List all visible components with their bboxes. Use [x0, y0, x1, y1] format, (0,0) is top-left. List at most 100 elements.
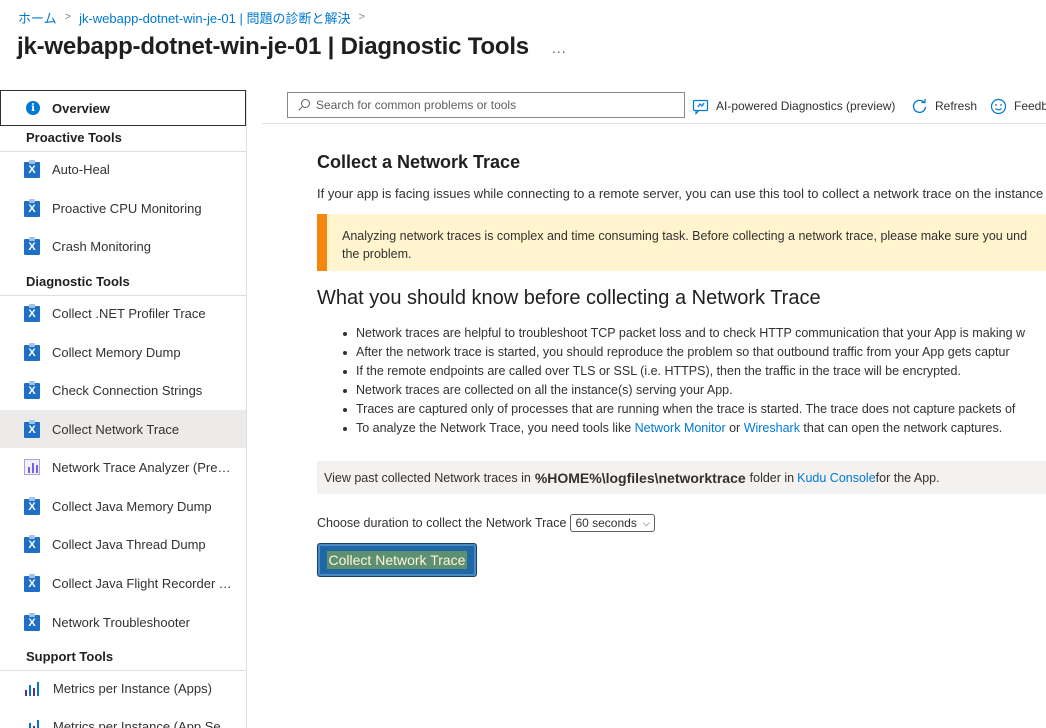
sidebar-item-label: Collect Java Memory Dump — [52, 498, 212, 514]
info-list: Network traces are helpful to troublesho… — [342, 324, 1046, 438]
analyze-suffix: that can open the network captures. — [799, 421, 1003, 435]
refresh-button[interactable]: Refresh — [911, 95, 977, 117]
sidebar-item-net-profiler-trace[interactable]: X Collect .NET Profiler Trace — [0, 294, 246, 332]
more-options-icon[interactable]: ... — [552, 40, 567, 56]
kudu-console-link[interactable]: Kudu Console — [797, 471, 876, 485]
feedback-label: Feedback — [1014, 99, 1046, 113]
smiley-icon — [990, 98, 1007, 115]
kudu-info-box: View past collected Network traces in %H… — [317, 461, 1046, 494]
sidebar-item-auto-heal[interactable]: X Auto-Heal — [0, 150, 246, 188]
tools-icon: X — [24, 535, 40, 553]
sidebar-item-label: Network Trace Analyzer (Preview) — [52, 459, 234, 475]
sidebar-item-label: Check Connection Strings — [52, 382, 203, 398]
tools-icon: X — [24, 304, 40, 322]
sidebar-item-java-memory-dump[interactable]: X Collect Java Memory Dump — [0, 487, 246, 525]
sidebar-item-label: Network Troubleshooter — [52, 614, 191, 630]
tools-icon: X — [24, 574, 40, 592]
tools-icon: X — [24, 199, 40, 217]
sidebar-item-overview[interactable]: i Overview — [0, 90, 246, 126]
toolbar: Search for common problems or tools AI-p… — [262, 90, 1046, 124]
sidebar-item-label: Collect Java Thread Dump — [52, 536, 206, 552]
warning-text-line1: Analyzing network traces is complex and … — [342, 229, 1028, 243]
sidebar: i Overview Proactive Tools X Auto-Heal X… — [0, 90, 247, 728]
page-title: jk-webapp-dotnet-win-je-01 | Diagnostic … — [17, 33, 529, 60]
sidebar-item-connection-strings[interactable]: X Check Connection Strings — [0, 371, 246, 409]
sidebar-item-label: Auto-Heal — [52, 161, 110, 177]
sidebar-item-proactive-cpu-monitoring[interactable]: X Proactive CPU Monitoring — [0, 189, 246, 227]
analyze-prefix: To analyze the Network Trace, you need t… — [356, 421, 635, 435]
refresh-label: Refresh — [935, 99, 978, 113]
sidebar-item-metrics-apps[interactable]: Metrics per Instance (Apps) — [0, 669, 246, 707]
sidebar-item-network-trace[interactable]: X Collect Network Trace — [0, 410, 246, 448]
kudu-prefix: View past collected Network traces in — [324, 470, 531, 485]
metrics-chart-icon — [24, 680, 41, 696]
list-item: Network traces are helpful to troublesho… — [342, 324, 1046, 343]
ai-diagnostics-label: AI-powered Diagnostics (preview) — [716, 99, 896, 113]
sidebar-item-label: Collect Memory Dump — [52, 344, 181, 360]
tools-icon: X — [24, 497, 40, 515]
sidebar-item-label: Proactive CPU Monitoring — [52, 200, 202, 216]
section-support-tools: Support Tools — [0, 647, 246, 671]
sidebar-item-label: Metrics per Instance (App Service Plan) — [53, 718, 235, 728]
section-diagnostic-tools: Diagnostic Tools — [0, 272, 246, 296]
sidebar-item-label: Overview — [52, 100, 110, 116]
sidebar-item-label: Crash Monitoring — [52, 238, 151, 254]
sidebar-item-label: Collect Network Trace — [52, 421, 180, 437]
sidebar-item-crash-monitoring[interactable]: X Crash Monitoring — [0, 227, 246, 265]
sidebar-item-java-thread-dump[interactable]: X Collect Java Thread Dump — [0, 525, 246, 563]
network-monitor-link[interactable]: Network Monitor — [635, 421, 726, 435]
breadcrumb: ホーム > jk-webapp-dotnet-win-je-01 | 問題の診断… — [18, 8, 373, 26]
warning-text-line2: the problem. — [342, 247, 412, 261]
sidebar-item-java-flight-recorder[interactable]: X Collect Java Flight Recorder Trace — [0, 564, 246, 602]
sidebar-item-network-trace-analyzer[interactable]: Network Trace Analyzer (Preview) — [0, 448, 246, 486]
list-item: To analyze the Network Trace, you need t… — [342, 419, 1046, 438]
warning-banner: Analyzing network traces is complex and … — [317, 214, 1046, 271]
breadcrumb-current-link[interactable]: jk-webapp-dotnet-win-je-01 | 問題の診断と解決 — [79, 8, 350, 27]
info-icon: i — [26, 101, 40, 115]
sidebar-item-memory-dump[interactable]: X Collect Memory Dump — [0, 333, 246, 371]
breadcrumb-home-link[interactable]: ホーム — [18, 8, 57, 27]
sidebar-item-label: Collect Java Flight Recorder Trace — [52, 575, 234, 591]
tools-icon: X — [24, 381, 40, 399]
chevron-right-icon: > — [64, 11, 72, 23]
sidebar-item-metrics-app-service-plan[interactable]: Metrics per Instance (App Service Plan) — [0, 707, 246, 728]
search-input[interactable]: Search for common problems or tools — [287, 92, 685, 118]
chevron-down-icon: ⌵ — [642, 517, 650, 528]
tools-icon: X — [24, 343, 40, 361]
kudu-mid: folder in — [749, 470, 795, 485]
duration-row: Choose duration to collect the Network T… — [317, 514, 655, 532]
sidebar-item-network-troubleshooter[interactable]: X Network Troubleshooter — [0, 603, 246, 641]
duration-value: 60 seconds — [575, 516, 637, 530]
chat-assistant-icon — [692, 98, 709, 115]
section-heading: Collect a Network Trace — [317, 152, 521, 172]
list-item: After the network trace is started, you … — [342, 343, 1046, 362]
analyze-mid: or — [725, 421, 744, 435]
sidebar-item-label: Metrics per Instance (Apps) — [53, 680, 212, 696]
list-item: If the remote endpoints are called over … — [342, 362, 1046, 381]
wireshark-link[interactable]: Wireshark — [744, 421, 800, 435]
sidebar-item-label: Collect .NET Profiler Trace — [52, 305, 206, 321]
kudu-suffix: for the App. — [875, 470, 940, 485]
analyzer-icon — [24, 459, 40, 475]
tools-icon: X — [24, 613, 40, 631]
duration-select[interactable]: 60 seconds ⌵ — [570, 514, 655, 532]
subheading: What you should know before collecting a… — [317, 287, 821, 309]
collect-button-label: Collect Network Trace — [326, 551, 468, 569]
intro-text: If your app is facing issues while conne… — [317, 186, 1044, 201]
duration-label: Choose duration to collect the Network T… — [317, 516, 567, 530]
chevron-right-icon: > — [358, 11, 365, 23]
feedback-button[interactable]: Feedback — [990, 95, 1046, 117]
tools-icon: X — [24, 420, 40, 438]
list-item: Network traces are collected on all the … — [342, 381, 1046, 400]
tools-icon: X — [24, 237, 40, 255]
ai-diagnostics-button[interactable]: AI-powered Diagnostics (preview) — [692, 95, 895, 117]
refresh-icon — [911, 98, 928, 115]
section-proactive-tools: Proactive Tools — [0, 128, 246, 152]
tools-icon: X — [24, 160, 40, 178]
search-placeholder: Search for common problems or tools — [316, 98, 517, 112]
networktrace-path: %HOME%\logfiles\networktrace — [534, 469, 746, 486]
metrics-chart-icon — [24, 718, 41, 728]
search-icon — [298, 99, 310, 111]
list-item: Traces are captured only of processes th… — [342, 400, 1046, 419]
collect-network-trace-button[interactable]: Collect Network Trace — [317, 543, 477, 577]
